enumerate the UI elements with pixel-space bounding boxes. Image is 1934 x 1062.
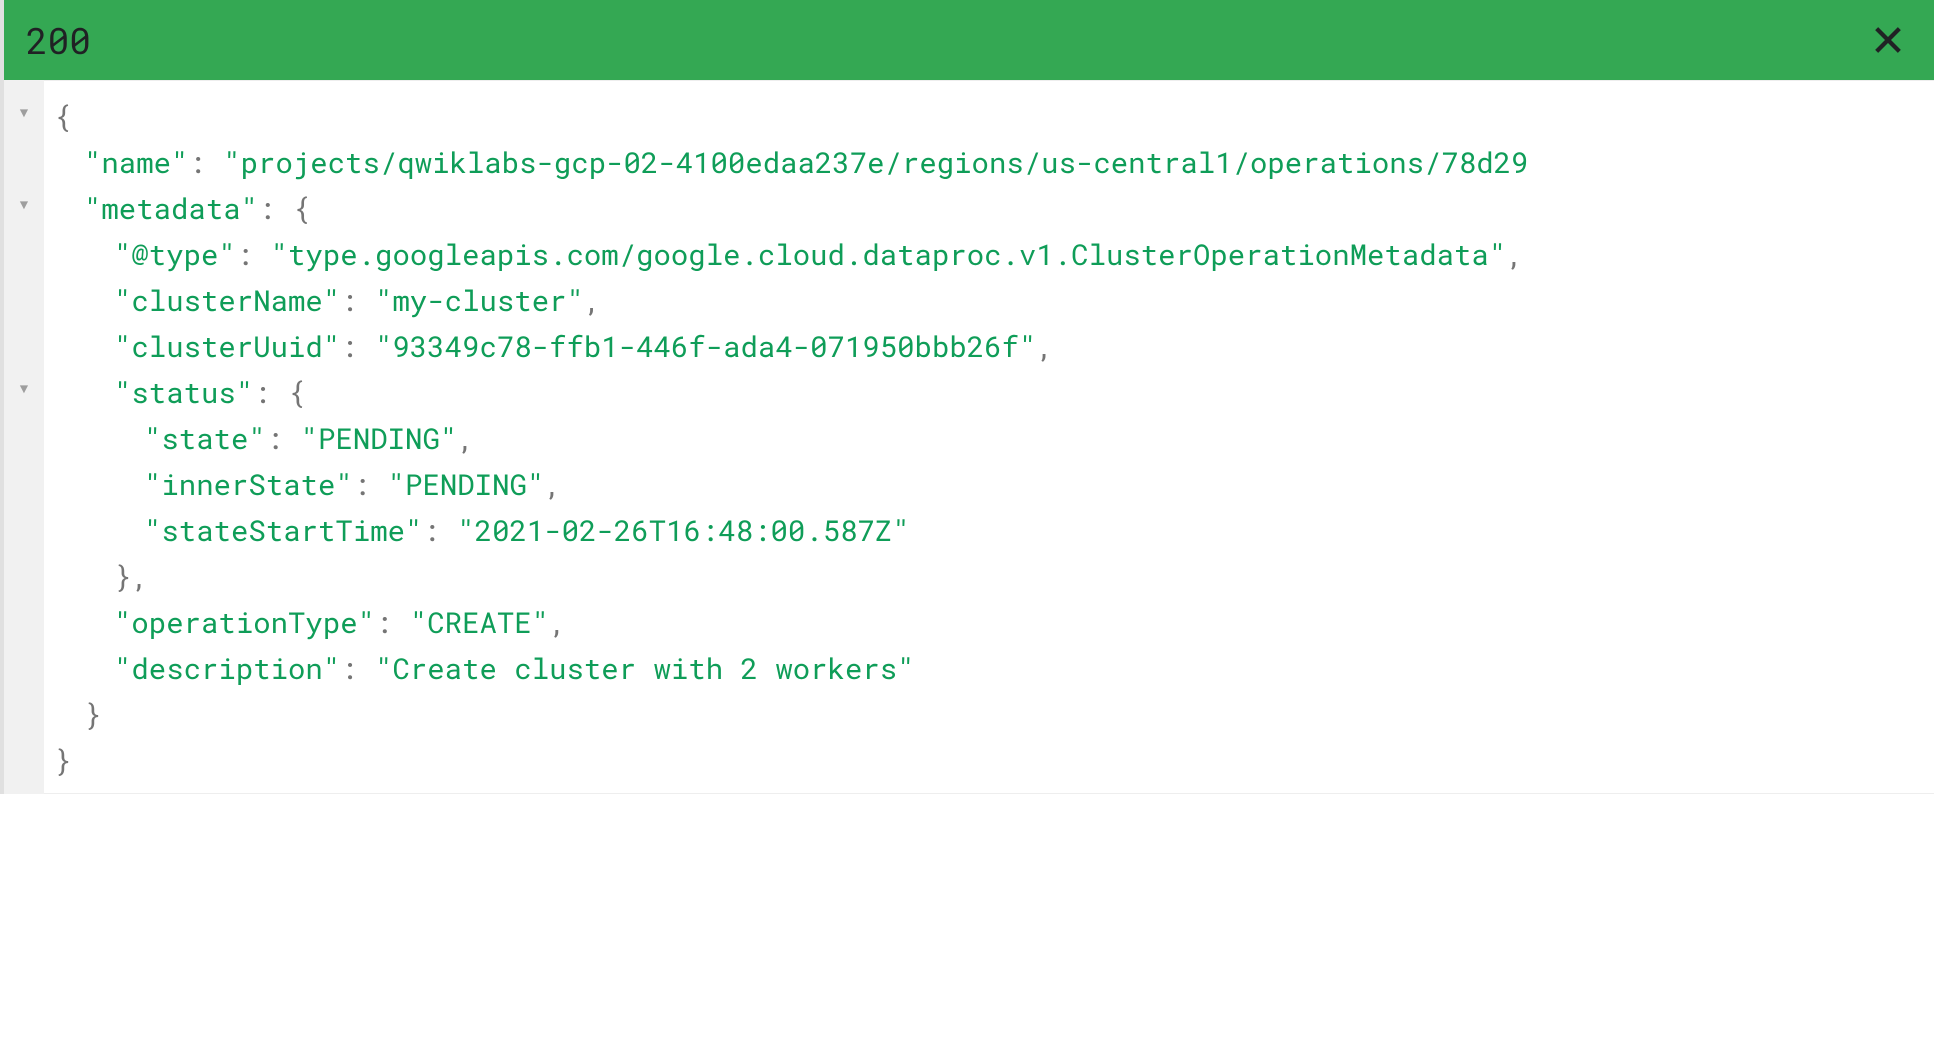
json-key-name: "name" [84, 143, 188, 181]
json-val-clusteruuid: "93349c78-ffb1-446f-ada4-071950bbb26f" [375, 327, 1036, 365]
json-key-clusteruuid: "clusterUuid" [114, 327, 340, 365]
json-brace-open: { [54, 97, 71, 135]
json-val-statestarttime: "2021-02-26T16:48:00.587Z" [457, 511, 909, 549]
json-brace-close: } [54, 741, 71, 779]
json-key-state: "state" [144, 419, 266, 457]
json-val-innerstate: "PENDING" [388, 465, 545, 503]
response-body: ▼ ▼ ▼ { "name": "projects/qwiklabs-gcp-0… [0, 80, 1934, 794]
json-val-type: "type.googleapis.com/google.cloud.datapr… [271, 235, 1507, 273]
close-icon [1871, 23, 1905, 57]
close-button[interactable] [1868, 20, 1908, 60]
json-key-status: "status" [114, 373, 253, 411]
fold-spacer [4, 280, 44, 326]
fold-toggle[interactable]: ▼ [4, 372, 44, 418]
json-brace-close: } [114, 557, 131, 595]
json-key-statestarttime: "stateStartTime" [144, 511, 422, 549]
response-header: 200 [0, 0, 1934, 80]
fold-toggle[interactable]: ▼ [4, 188, 44, 234]
json-val-description: "Create cluster with 2 workers" [375, 649, 915, 687]
json-val-state: "PENDING" [301, 419, 458, 457]
fold-spacer [4, 142, 44, 188]
json-val-clustername: "my-cluster" [375, 281, 584, 319]
json-key-clustername: "clusterName" [114, 281, 340, 319]
json-brace-open: { [288, 373, 305, 411]
json-viewer[interactable]: { "name": "projects/qwiklabs-gcp-02-4100… [44, 80, 1934, 794]
json-val-operationtype: "CREATE" [410, 603, 549, 641]
json-brace-close: } [84, 695, 101, 733]
status-code: 200 [26, 16, 91, 64]
json-val-name: "projects/qwiklabs-gcp-02-4100edaa237e/r… [223, 143, 1528, 181]
json-key-metadata: "metadata" [84, 189, 258, 227]
fold-gutter: ▼ ▼ ▼ [4, 80, 44, 794]
fold-spacer [4, 326, 44, 372]
json-brace-open: { [293, 189, 310, 227]
json-key-operationtype: "operationType" [114, 603, 375, 641]
json-key-description: "description" [114, 649, 340, 687]
json-key-type: "@type" [114, 235, 236, 273]
json-key-innerstate: "innerState" [144, 465, 353, 503]
fold-toggle[interactable]: ▼ [4, 96, 44, 142]
fold-spacer [4, 234, 44, 280]
